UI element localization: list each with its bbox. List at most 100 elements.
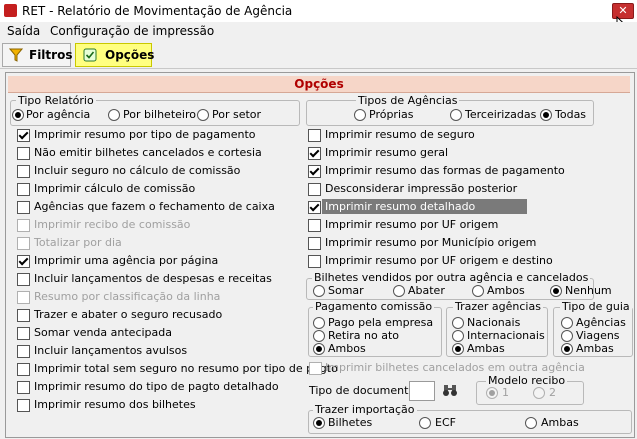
radio-importacao-bilhetes[interactable] (313, 417, 325, 429)
tipo-documento-input[interactable] (409, 381, 435, 401)
radio-por-setor[interactable] (197, 109, 209, 121)
trazer-importacao-legend: Trazer importação (313, 403, 417, 416)
radio-guia-viagens-label: Viagens (576, 329, 620, 342)
radio-abater[interactable] (393, 285, 405, 297)
checkbox-label: Trazer e abater o seguro recusado (34, 308, 223, 321)
checkbox-label: Imprimir resumo de seguro (325, 128, 475, 141)
checkbox[interactable] (308, 237, 321, 250)
checkbox-label: Incluir seguro no cálculo de comissão (34, 164, 241, 177)
checkbox[interactable] (17, 345, 30, 358)
menu-saida[interactable]: Saída (7, 24, 40, 38)
check-icon (83, 48, 97, 62)
radio-guia-ambas-label: Ambas (576, 342, 614, 355)
radio-modelo-1[interactable] (486, 387, 498, 399)
radio-abater-label: Abater (408, 284, 445, 297)
radio-guia-agencias[interactable] (561, 317, 573, 329)
radio-modelo-2[interactable] (533, 387, 545, 399)
checkbox-label: Imprimir recibo de comissão (34, 218, 191, 231)
checkbox-label: Imprimir resumo detalhado (325, 200, 476, 213)
tipo-documento-label: Tipo de documento (309, 384, 416, 397)
tab-opcoes-label: Opções (105, 48, 155, 62)
radio-retira-no-ato[interactable] (313, 330, 325, 342)
checkbox[interactable] (17, 309, 30, 322)
checkbox[interactable] (17, 147, 30, 160)
checkbox-cancelados-outra-agencia[interactable] (309, 362, 322, 375)
checkbox[interactable] (308, 219, 321, 232)
radio-importacao-ecf[interactable] (419, 417, 431, 429)
checkbox[interactable] (17, 399, 30, 412)
radio-por-agencia[interactable] (12, 109, 24, 121)
checkbox[interactable] (308, 147, 321, 160)
radio-somar[interactable] (313, 285, 325, 297)
checkbox[interactable] (17, 363, 30, 376)
radio-por-setor-label: Por setor (212, 108, 262, 121)
checkbox[interactable] (17, 129, 30, 142)
checkbox[interactable] (17, 291, 30, 304)
filter-icon (9, 48, 23, 62)
checkbox-label: Imprimir resumo geral (325, 146, 449, 159)
radio-pago-pela-empresa[interactable] (313, 317, 325, 329)
radio-guia-viagens[interactable] (561, 330, 573, 342)
radio-nacionais[interactable] (452, 317, 464, 329)
checkbox-label: Resumo por classificação da linha (34, 290, 221, 303)
tipo-relatorio-legend: Tipo Relatório (16, 94, 96, 107)
radio-todas[interactable] (540, 109, 552, 121)
menu-bar: Saída Configuração de impressão (0, 22, 637, 40)
radio-todas-label: Todas (555, 108, 587, 121)
radio-ambas-agencias[interactable] (452, 343, 464, 355)
checkbox[interactable] (17, 255, 30, 268)
radio-importacao-ambas[interactable] (525, 417, 537, 429)
tab-filtros-label: Filtros (29, 48, 73, 62)
window-title: RET - Relatório de Movimentação de Agênc… (22, 4, 293, 18)
radio-proprias[interactable] (354, 109, 366, 121)
menu-configuracao-impressao[interactable]: Configuração de impressão (50, 24, 214, 38)
radio-nenhum[interactable] (550, 285, 562, 297)
checkbox-cancelados-outra-agencia-label: Imprimir bilhetes cancelados em outra ag… (325, 361, 585, 374)
checkbox[interactable] (308, 183, 321, 196)
checkbox[interactable] (17, 273, 30, 286)
checkbox-label: Imprimir total sem seguro no resumo por … (34, 362, 338, 375)
radio-terceirizadas[interactable] (450, 109, 462, 121)
radio-guia-ambas[interactable] (561, 343, 573, 355)
checkbox[interactable] (17, 327, 30, 340)
radio-por-agencia-label: Por agência (26, 108, 91, 121)
radio-guia-agencias-label: Agências (576, 316, 626, 329)
tab-opcoes[interactable]: Opções (75, 43, 155, 67)
tab-filtros[interactable]: Filtros (2, 43, 73, 67)
radio-importacao-ecf-label: ECF (435, 416, 456, 429)
checkbox-label: Incluir lançamentos avulsos (34, 344, 188, 357)
checkbox[interactable] (17, 237, 30, 250)
radio-ambos-bilhetes-label: Ambos (487, 284, 525, 297)
checkbox[interactable] (17, 381, 30, 394)
radio-internacionais-label: Internacionais (467, 329, 545, 342)
radio-ambos-bilhetes[interactable] (472, 285, 484, 297)
radio-modelo-1-label: 1 (502, 386, 509, 399)
app-icon (4, 4, 17, 17)
checkbox-label: Agências que fazem o fechamento de caixa (34, 200, 275, 213)
title-bar: RET - Relatório de Movimentação de Agênc… (0, 0, 637, 22)
search-binoculars-button[interactable] (440, 381, 460, 399)
checkbox[interactable] (17, 219, 30, 232)
checkbox[interactable] (308, 129, 321, 142)
checkbox[interactable] (17, 165, 30, 178)
section-title: Opções (8, 76, 630, 93)
radio-por-bilheteiro[interactable] (108, 109, 120, 121)
checkbox[interactable] (308, 165, 321, 178)
checkbox[interactable] (308, 255, 321, 268)
radio-modelo-2-label: 2 (549, 386, 556, 399)
radio-ambos-comissao[interactable] (313, 343, 325, 355)
radio-somar-label: Somar (328, 284, 364, 297)
tab-bar: Filtros Opções (0, 40, 637, 69)
radio-terceirizadas-label: Terceirizadas (465, 108, 537, 121)
checkbox[interactable] (308, 201, 321, 214)
checkbox[interactable] (17, 201, 30, 214)
checkbox-label: Imprimir resumo por UF origem (325, 218, 499, 231)
checkbox-label: Imprimir resumo do tipo de pagto detalha… (34, 380, 279, 393)
radio-retira-no-ato-label: Retira no ato (328, 329, 400, 342)
bilhetes-outra-legend: Bilhetes vendidos por outra agência e ca… (312, 271, 591, 284)
checkbox[interactable] (17, 183, 30, 196)
radio-ambas-agencias-label: Ambas (467, 342, 505, 355)
pagamento-comissao-legend: Pagamento comissão (313, 300, 435, 313)
radio-importacao-ambas-label: Ambas (541, 416, 579, 429)
radio-internacionais[interactable] (452, 330, 464, 342)
